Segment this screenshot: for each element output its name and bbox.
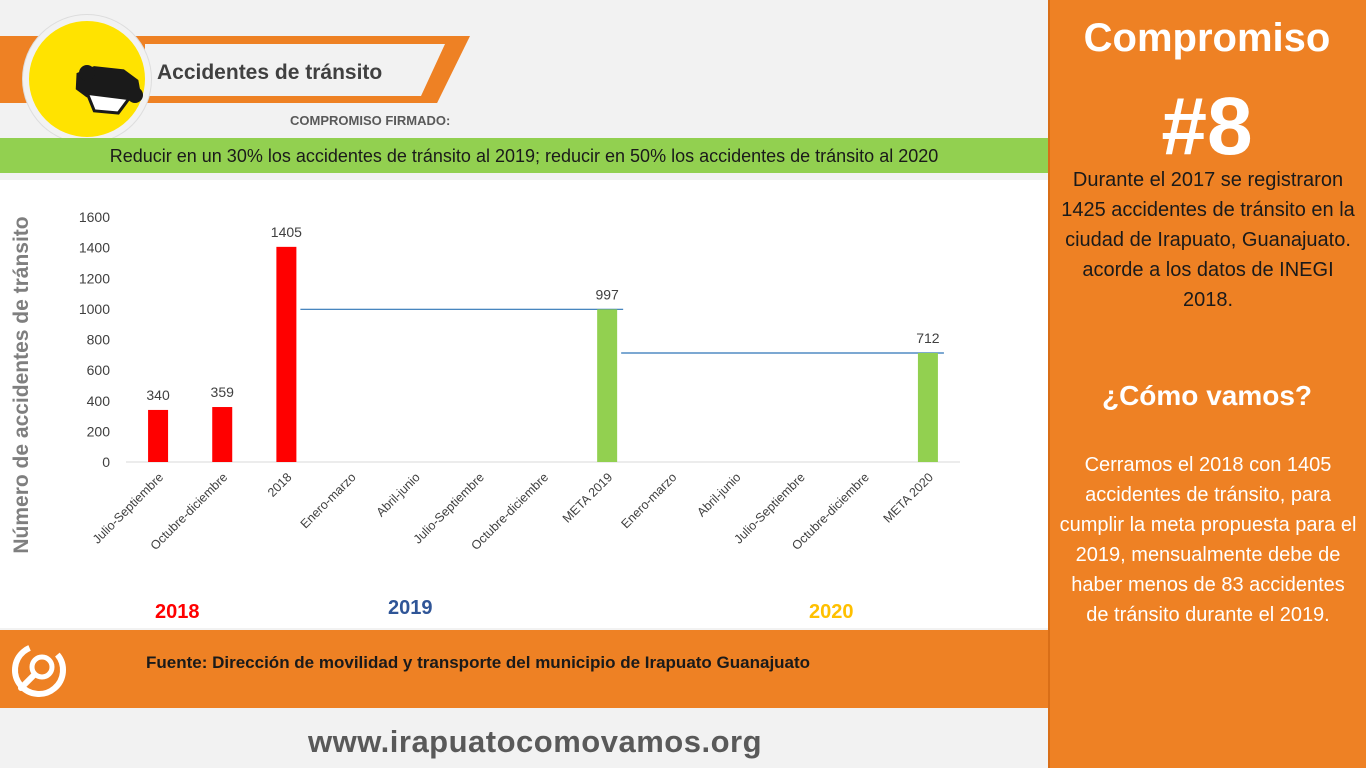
y-tick-label: 0 bbox=[102, 454, 110, 470]
year-label-2019: 2019 bbox=[388, 597, 433, 619]
irapuato-como-vamos-logo bbox=[12, 643, 66, 697]
commitment-number: #8 bbox=[1161, 81, 1253, 172]
y-tick-label: 800 bbox=[87, 332, 111, 348]
y-tick-label: 600 bbox=[87, 362, 111, 378]
side-panel-title: Compromiso bbox=[1083, 16, 1331, 60]
status-text: Cerramos el 2018 con 1405 accidentes de … bbox=[1059, 454, 1357, 626]
y-tick-label: 200 bbox=[87, 423, 111, 439]
side-panel-description: Durante el 2017 se registraron 1425 acci… bbox=[1061, 169, 1355, 311]
bar bbox=[917, 352, 938, 462]
signed-label: COMPROMISO FIRMADO: bbox=[290, 113, 451, 128]
bar-chart: 0 200 400 600 800 1000 1200 1400 1600 340 359 1405 9… bbox=[79, 209, 960, 553]
bar bbox=[276, 246, 297, 462]
header-title: Accidentes de tránsito bbox=[157, 61, 383, 84]
x-tick-label: META 2020 bbox=[881, 470, 936, 525]
x-tick-label: Enero-marzo bbox=[618, 470, 679, 531]
y-axis-title: Número de accidentes de tránsito bbox=[10, 216, 33, 554]
y-tick-label: 400 bbox=[87, 393, 111, 409]
x-tick-label: Abril-junio bbox=[694, 470, 743, 519]
data-label: 712 bbox=[916, 330, 940, 346]
x-tick-label: Abril-junio bbox=[374, 470, 423, 519]
x-tick-label: 2018 bbox=[265, 470, 295, 500]
chart-area: 0 200 400 600 800 1000 1200 1400 1600 340 359 1405 9… bbox=[0, 180, 1048, 628]
data-label: 997 bbox=[595, 286, 619, 302]
bar bbox=[597, 309, 618, 462]
source-text: Fuente: Dirección de movilidad y transpo… bbox=[146, 653, 811, 672]
y-tick-label: 1400 bbox=[79, 240, 110, 256]
bar bbox=[212, 407, 233, 462]
bar bbox=[148, 409, 169, 462]
year-label-2020: 2020 bbox=[809, 601, 854, 623]
how-are-we-label: ¿Cómo vamos? bbox=[1101, 380, 1313, 411]
year-label-2018: 2018 bbox=[155, 601, 200, 623]
y-tick-label: 1600 bbox=[79, 209, 110, 225]
x-tick-label: Enero-marzo bbox=[298, 470, 359, 531]
data-label: 340 bbox=[146, 387, 170, 403]
goal-text: Reducir en un 30% los accidentes de trán… bbox=[109, 146, 939, 166]
data-label: 1405 bbox=[271, 224, 302, 240]
website-link[interactable]: www.irapuatocomovamos.org bbox=[0, 724, 1070, 760]
y-tick-label: 1200 bbox=[79, 270, 110, 286]
car-icon-graphic bbox=[75, 65, 143, 115]
x-tick-label: META 2019 bbox=[560, 470, 615, 525]
overturned-car-icon bbox=[23, 15, 151, 143]
data-label: 359 bbox=[211, 384, 235, 400]
y-tick-label: 1000 bbox=[79, 301, 110, 317]
